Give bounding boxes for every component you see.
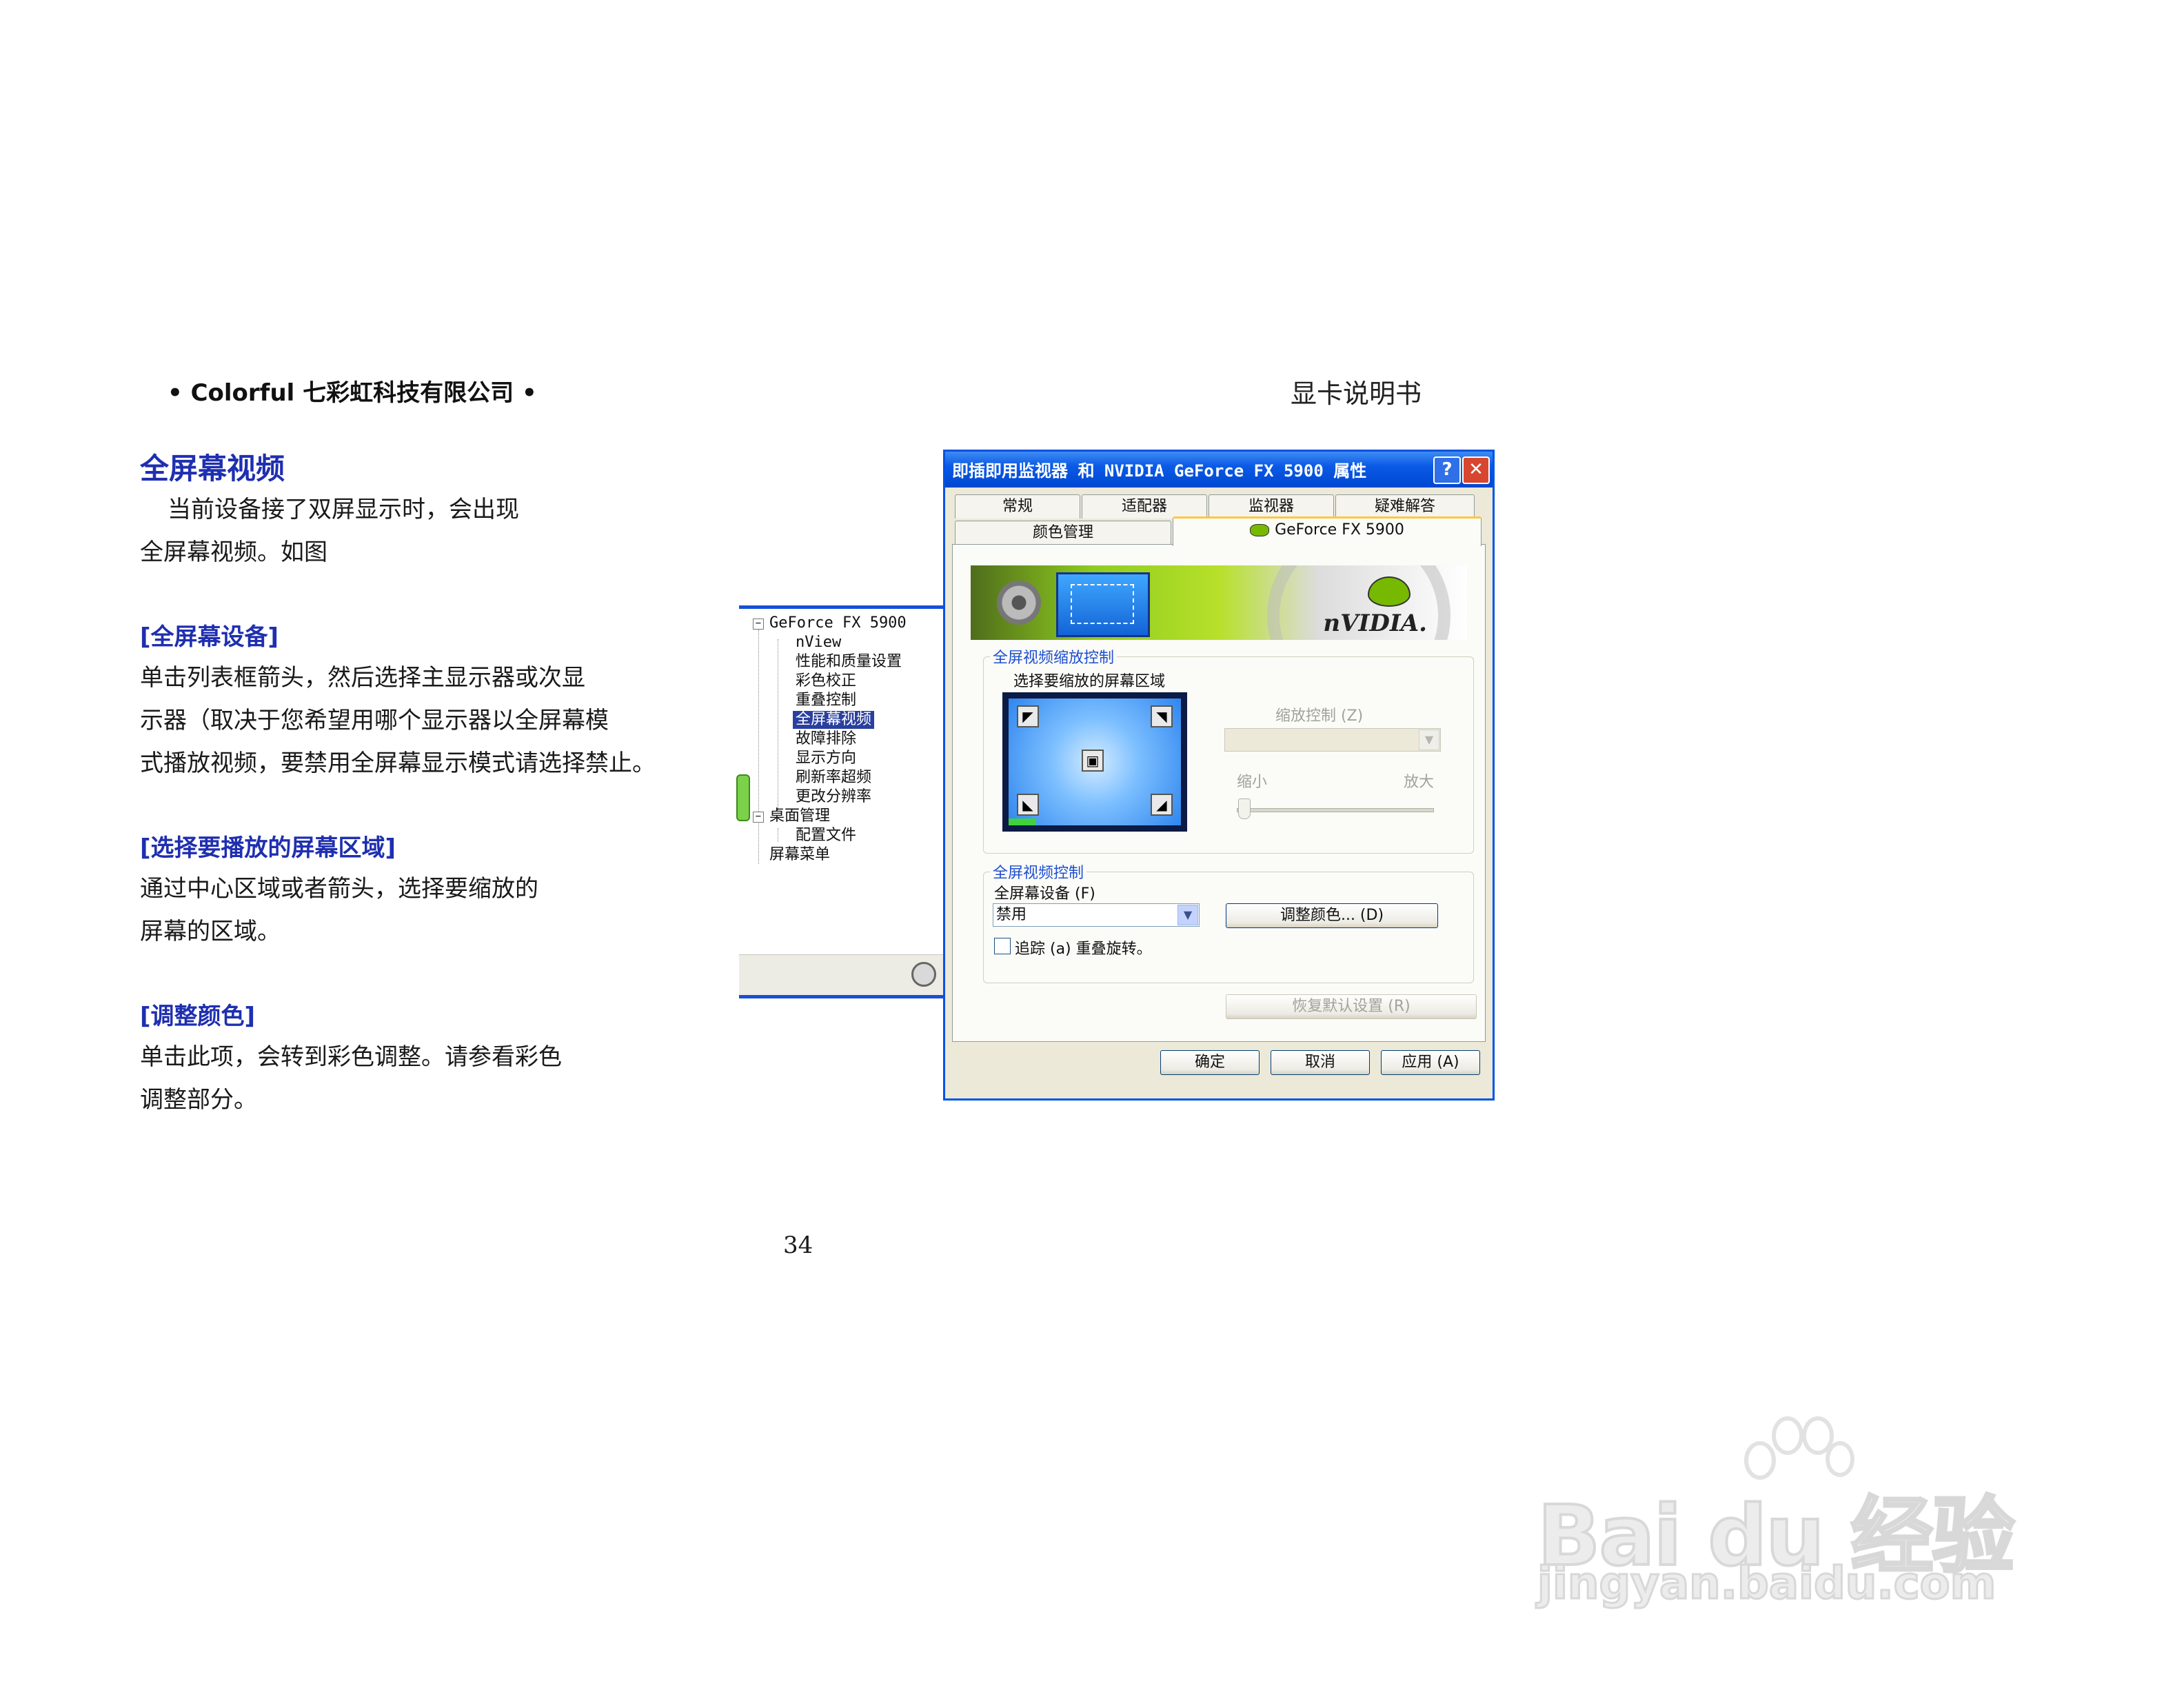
tab-general[interactable]: 常规 [955, 494, 1080, 519]
select-area-label: 选择要缩放的屏幕区域 [1013, 673, 1166, 690]
tree-item-rotation[interactable]: 显示方向 [796, 750, 856, 767]
arrow-bottom-right-icon[interactable]: ◢ [1151, 794, 1173, 816]
tree-item-performance[interactable]: 性能和质量设置 [796, 653, 902, 671]
zoom-area-preview[interactable]: ◤ ◥ ◣ ◢ ▣ [1002, 692, 1187, 832]
arrow-top-left-icon[interactable]: ◤ [1017, 705, 1039, 727]
nvidia-tab-icon [1250, 524, 1270, 536]
intro-line-1: 当前设备接了双屏显示时，会出现 [168, 496, 519, 523]
restore-defaults-button[interactable]: 恢复默认设置 (R) [1226, 994, 1477, 1019]
tree-item-refresh[interactable]: 刷新率超频 [796, 769, 871, 787]
zoom-group-title: 全屏视频缩放控制 [990, 645, 1118, 667]
heading-fullscreen-device: [全屏幕设备] [140, 623, 279, 651]
tree-item-troubleshoot[interactable]: 故障排除 [796, 730, 856, 748]
apply-button[interactable]: 应用 (A) [1381, 1050, 1480, 1075]
company-header: • Colorful 七彩虹科技有限公司 • [168, 379, 537, 407]
collapse-toggle[interactable]: − [753, 812, 764, 823]
zoom-slider-track[interactable] [1237, 808, 1434, 812]
tab-color-management[interactable]: 颜色管理 [955, 521, 1171, 545]
baidu-watermark: Bai du 经验 jingyan.baidu.com [1536, 1416, 2034, 1611]
fullscreen-device-label: 全屏幕设备 (F) [994, 885, 1095, 903]
tab-adapter[interactable]: 适配器 [1082, 494, 1207, 519]
nvidia-wordmark: nVIDIA. [1323, 610, 1427, 637]
body-line: 单击列表框箭头，然后选择主显示器或次显 [140, 664, 585, 692]
tab-panel: nVIDIA. 全屏视频缩放控制 选择要缩放的屏幕区域 ◤ ◥ ◣ ◢ ▣ 缩放… [952, 544, 1486, 1042]
tree-item-nview[interactable]: nView [796, 634, 841, 652]
ok-button[interactable]: 确定 [1160, 1050, 1260, 1075]
arrow-top-right-icon[interactable]: ◥ [1151, 705, 1173, 727]
collapse-toggle[interactable]: − [753, 619, 764, 630]
adjust-color-button[interactable]: 调整颜色... (D) [1226, 903, 1438, 928]
body-line: 单击此项，会转到彩色调整。请参看彩色 [140, 1043, 562, 1071]
heading-select-area: [选择要播放的屏幕区域] [140, 834, 396, 862]
chevron-down-icon[interactable]: ▼ [1177, 905, 1198, 925]
document-title: 显卡说明书 [1291, 379, 1422, 409]
tree-item-desktop[interactable]: 桌面管理 [769, 807, 830, 825]
chevron-down-icon[interactable]: ▼ [1419, 730, 1439, 750]
body-line: 通过中心区域或者箭头，选择要缩放的 [140, 875, 538, 903]
close-button[interactable]: ✕ [1462, 456, 1490, 484]
tree-item-resolution[interactable]: 更改分辨率 [796, 788, 871, 806]
tree-item-geforce[interactable]: GeForce FX 5900 [769, 614, 907, 632]
page-number: 34 [783, 1232, 813, 1259]
arrow-bottom-left-icon[interactable]: ◣ [1017, 794, 1039, 816]
nvidia-eye-icon[interactable] [911, 962, 936, 987]
tree-item-fullscreen-video[interactable]: 全屏幕视频 [793, 711, 875, 729]
zoom-slider-thumb[interactable] [1238, 798, 1251, 819]
body-line: 示器（取决于您希望用哪个显示器以全屏幕模 [140, 707, 609, 734]
tab-monitor[interactable]: 监视器 [1209, 494, 1334, 519]
dialog-title: 即插即用监视器 和 NVIDIA GeForce FX 5900 属性 [952, 461, 1367, 481]
track-overlay-checkbox[interactable] [994, 938, 1011, 954]
panel-grip-handle[interactable] [736, 774, 750, 821]
track-overlay-label: 追踪 (a) 重叠旋转。 [1015, 941, 1152, 958]
disc-icon [997, 581, 1041, 625]
nvidia-tree-panel: − GeForce FX 5900 nView 性能和质量设置 彩色校正 重叠控… [736, 605, 960, 998]
baidu-url: jingyan.baidu.com [1536, 1558, 1996, 1611]
tree-item-profiles[interactable]: 配置文件 [796, 827, 856, 845]
tab-geforce-label: GeForce FX 5900 [1275, 521, 1404, 539]
nvidia-logo-icon [1368, 576, 1410, 607]
intro-line-2: 全屏幕视频。如图 [140, 539, 327, 566]
text-column: 全屏幕视频 当前设备接了双屏显示时，会出现 全屏幕视频。如图 [全屏幕设备] 单… [140, 450, 705, 1121]
body-line: 调整部分。 [140, 1086, 257, 1114]
nvidia-banner: nVIDIA. [971, 565, 1467, 640]
preview-indicator [1009, 818, 1036, 825]
dialog-titlebar[interactable]: 即插即用监视器 和 NVIDIA GeForce FX 5900 属性 ? ✕ [945, 452, 1493, 488]
cancel-button[interactable]: 取消 [1271, 1050, 1370, 1075]
tab-troubleshoot[interactable]: 疑难解答 [1335, 494, 1475, 519]
zoom-control-label: 缩放控制 (Z) [1275, 707, 1364, 725]
tab-geforce[interactable]: GeForce FX 5900 [1173, 516, 1482, 546]
video-group-title: 全屏视频控制 [990, 861, 1087, 883]
zoom-out-label: 缩小 [1237, 774, 1268, 791]
fullscreen-device-dropdown[interactable]: 禁用 ▼ [993, 903, 1200, 927]
tree-item-color-correction[interactable]: 彩色校正 [796, 672, 856, 690]
zoom-in-label: 放大 [1404, 774, 1435, 791]
heading-adjust-color: [调整颜色] [140, 1003, 256, 1030]
section-title: 全屏幕视频 [140, 452, 285, 485]
tree-item-osd-menu[interactable]: 屏幕菜单 [769, 846, 830, 864]
body-line: 屏幕的区域。 [140, 918, 281, 945]
center-area-icon[interactable]: ▣ [1082, 750, 1104, 772]
zoom-control-dropdown[interactable]: ▼ [1224, 728, 1441, 752]
fullscreen-icon [1056, 572, 1150, 637]
properties-dialog: 即插即用监视器 和 NVIDIA GeForce FX 5900 属性 ? ✕ … [943, 450, 1495, 1101]
fullscreen-device-value: 禁用 [996, 906, 1027, 923]
body-line: 式播放视频，要禁用全屏幕显示模式请选择禁止。 [140, 750, 656, 777]
tree-item-overlay[interactable]: 重叠控制 [796, 692, 856, 710]
help-button[interactable]: ? [1433, 456, 1461, 484]
tree-status-bar [739, 954, 957, 995]
